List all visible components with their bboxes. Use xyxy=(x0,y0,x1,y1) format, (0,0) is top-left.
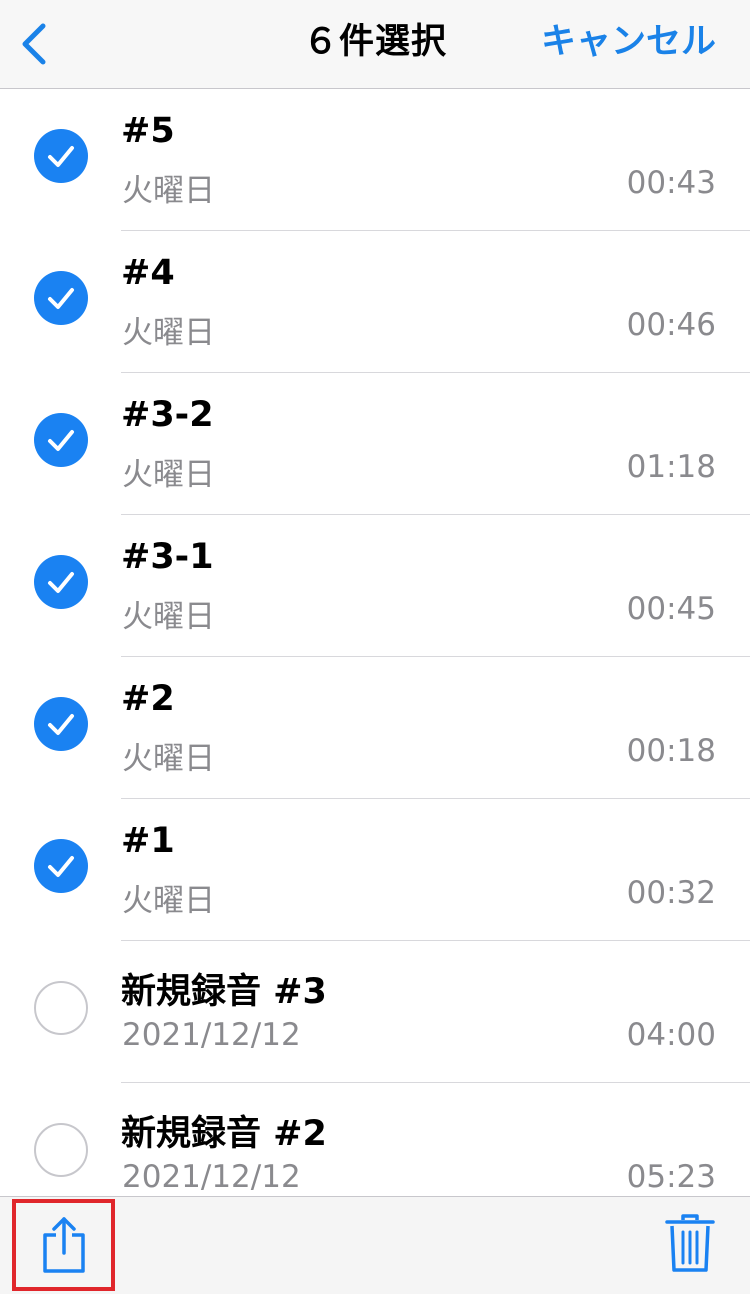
recording-title: #3-2 xyxy=(121,395,214,435)
recording-duration: 05:23 xyxy=(626,1159,716,1195)
trash-icon xyxy=(665,1214,715,1272)
recording-title: #2 xyxy=(121,679,175,719)
recording-date: 火曜日 xyxy=(122,883,215,919)
cancel-button[interactable]: キャンセル xyxy=(541,0,716,84)
recording-row[interactable]: #2 火曜日 00:18 xyxy=(0,657,750,799)
selection-checkbox[interactable] xyxy=(34,839,88,893)
checkmark-icon xyxy=(48,856,74,877)
share-button[interactable] xyxy=(12,1199,115,1291)
checkmark-icon xyxy=(48,714,74,735)
selection-checkbox[interactable] xyxy=(34,1123,88,1177)
recording-date: 火曜日 xyxy=(122,741,215,777)
recording-title: #1 xyxy=(121,821,175,861)
navigation-bar: ６件選択 キャンセル xyxy=(0,0,750,89)
recording-title: #5 xyxy=(121,111,175,151)
recording-date: 2021/12/12 xyxy=(122,1159,301,1195)
recording-date: 火曜日 xyxy=(122,457,215,493)
recording-title: #4 xyxy=(121,253,175,293)
selection-checkbox[interactable] xyxy=(34,697,88,751)
recording-row[interactable]: #3-2 火曜日 01:18 xyxy=(0,373,750,515)
recording-date: 火曜日 xyxy=(122,599,215,635)
delete-button[interactable] xyxy=(664,1211,716,1275)
recording-row[interactable]: #3-1 火曜日 00:45 xyxy=(0,515,750,657)
recording-duration: 00:45 xyxy=(626,591,716,627)
recording-date: 火曜日 xyxy=(122,315,215,351)
checkmark-icon xyxy=(48,146,74,167)
recordings-list: #5 火曜日 00:43 #4 火曜日 00:46 #3-2 火曜日 01:18… xyxy=(0,89,750,1225)
voice-memos-select-screen: ６件選択 キャンセル #5 火曜日 00:43 #4 火曜日 00:46 #3-… xyxy=(0,0,750,1294)
selection-checkbox[interactable] xyxy=(34,413,88,467)
recording-duration: 00:32 xyxy=(626,875,716,911)
recording-duration: 04:00 xyxy=(626,1017,716,1053)
selection-checkbox[interactable] xyxy=(34,129,88,183)
recording-date: 火曜日 xyxy=(122,173,215,209)
checkmark-icon xyxy=(48,572,74,593)
checkmark-icon xyxy=(48,430,74,451)
recording-duration: 00:18 xyxy=(626,733,716,769)
recording-row[interactable]: 新規録音 #3 2021/12/12 04:00 xyxy=(0,941,750,1083)
selection-checkbox[interactable] xyxy=(34,981,88,1035)
share-icon xyxy=(42,1217,85,1273)
recording-row[interactable]: #4 火曜日 00:46 xyxy=(0,231,750,373)
recording-title: 新規録音 #2 xyxy=(121,1114,327,1154)
recording-row[interactable]: #5 火曜日 00:43 xyxy=(0,89,750,231)
recording-title: 新規録音 #3 xyxy=(121,972,327,1012)
selection-checkbox[interactable] xyxy=(34,271,88,325)
recording-duration: 00:46 xyxy=(626,307,716,343)
recording-duration: 01:18 xyxy=(626,449,716,485)
recording-duration: 00:43 xyxy=(626,165,716,201)
selection-checkbox[interactable] xyxy=(34,555,88,609)
recording-date: 2021/12/12 xyxy=(122,1017,301,1053)
checkmark-icon xyxy=(48,288,74,309)
bottom-toolbar xyxy=(0,1196,750,1294)
recording-row[interactable]: #1 火曜日 00:32 xyxy=(0,799,750,941)
recording-title: #3-1 xyxy=(121,537,214,577)
